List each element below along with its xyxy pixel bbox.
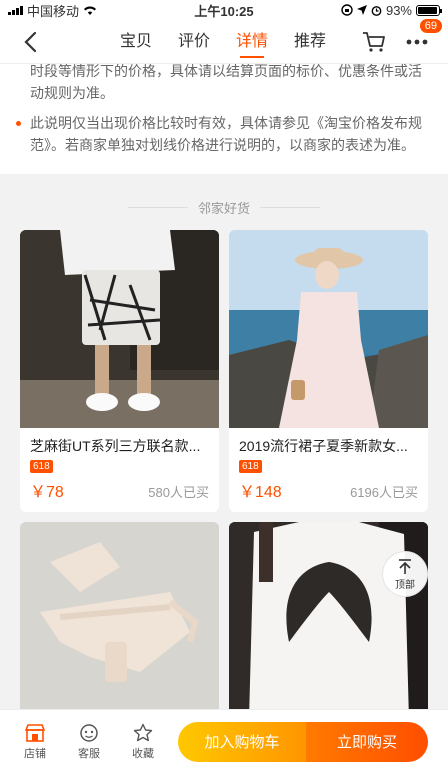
price-row: ￥78 580人已买 xyxy=(30,478,209,502)
tabs: 宝贝 评价 详情 推荐 xyxy=(84,20,362,64)
arrow-up-icon xyxy=(399,558,411,574)
back-button[interactable] xyxy=(0,20,60,64)
nav-bar: 宝贝 评价 详情 推荐 69 xyxy=(0,18,448,64)
product-card[interactable] xyxy=(229,522,428,709)
tab-baobei[interactable]: 宝贝 xyxy=(120,20,152,64)
battery-icon xyxy=(416,4,442,16)
product-card[interactable]: 2019流行裙子夏季新款女... 618 ￥148 6196人已买 xyxy=(229,230,428,512)
product-card[interactable]: 芝麻街UT系列三方联名款... 618 ￥78 580人已买 xyxy=(20,230,219,512)
cart-icon[interactable] xyxy=(362,31,386,53)
carrier-label: 中国移动 xyxy=(27,3,80,19)
service-label: 客服 xyxy=(78,747,100,760)
chevron-left-icon xyxy=(24,31,37,52)
location-icon xyxy=(356,5,367,15)
price-notes: 时段等情形下的价格，具体请以结算页面的标价、优惠条件或活动规则为准。 此说明仅当… xyxy=(0,64,448,174)
sold-count: 580人已买 xyxy=(148,485,209,500)
price-note-cut-text: 时段等情形下的价格，具体请以结算页面的标价、优惠条件或活动规则为准。 xyxy=(30,64,422,101)
lock-rotation-icon xyxy=(341,4,353,16)
favorite-label: 收藏 xyxy=(132,747,154,760)
nav-right: 69 xyxy=(362,18,448,55)
store-button[interactable]: 店铺 xyxy=(8,723,62,761)
bullet-dot xyxy=(16,121,21,126)
battery-percent: 93% xyxy=(385,2,412,18)
product-image-shapes xyxy=(20,230,219,428)
product-image xyxy=(20,230,219,428)
product-image xyxy=(229,522,428,709)
content-scroll[interactable]: 时段等情形下的价格，具体请以结算页面的标价、优惠条件或活动规则为准。 此说明仅当… xyxy=(0,64,448,709)
divider-line xyxy=(260,206,320,208)
price-note: 此说明仅当出现价格比较时有效，具体请参见《淘宝价格发布规范》。若商家单独对划线价… xyxy=(16,112,432,156)
product-image xyxy=(20,522,219,709)
buy-now-button[interactable]: 立即购买 xyxy=(306,721,428,762)
promo-tag: 618 xyxy=(30,460,53,473)
product-info: 芝麻街UT系列三方联名款... 618 ￥78 580人已买 xyxy=(20,428,219,512)
product-price: ￥148 xyxy=(239,484,282,501)
section-title: 邻家好货 xyxy=(0,184,448,230)
back-to-top-button[interactable]: 顶部 xyxy=(382,551,428,597)
product-title: 2019流行裙子夏季新款女... xyxy=(239,438,408,454)
product-image-shapes xyxy=(229,522,428,709)
product-price: ￥78 xyxy=(30,484,64,501)
product-title: 芝麻街UT系列三方联名款... xyxy=(30,438,201,454)
signal-icon xyxy=(8,5,23,15)
star-icon xyxy=(133,723,153,741)
status-bar: 中国移动 上午10:25 93% xyxy=(0,0,448,20)
more-button[interactable]: 69 xyxy=(404,18,442,55)
promo-tag: 618 xyxy=(239,460,262,473)
divider-line xyxy=(127,206,188,208)
tab-recommend[interactable]: 推荐 xyxy=(294,20,326,64)
tab-details[interactable]: 详情 xyxy=(236,20,268,64)
favorite-button[interactable]: 收藏 xyxy=(116,723,170,761)
price-note-text: 此说明仅当出现价格比较时有效，具体请参见《淘宝价格发布规范》。若商家单独对划线价… xyxy=(30,115,422,153)
back-to-top-label: 顶部 xyxy=(395,579,415,591)
price-row: ￥148 6196人已买 xyxy=(239,478,418,502)
product-card[interactable] xyxy=(20,522,219,709)
wifi-icon xyxy=(84,6,97,15)
message-count-badge: 69 xyxy=(419,18,442,33)
add-to-cart-button[interactable]: 加入购物车 xyxy=(178,721,306,762)
status-left: 中国移动 xyxy=(8,1,97,20)
alarm-icon xyxy=(371,5,382,16)
product-image-shapes xyxy=(229,230,428,428)
product-image xyxy=(229,230,428,428)
service-button[interactable]: 客服 xyxy=(62,723,116,761)
bottom-action-bar: 店铺 客服 收藏 加入购物车 立即购买 xyxy=(0,709,448,773)
product-grid: 芝麻街UT系列三方联名款... 618 ￥78 580人已买 2019流行裙子夏… xyxy=(0,230,448,709)
tab-reviews[interactable]: 评价 xyxy=(178,20,210,64)
store-icon xyxy=(24,723,46,742)
section-title-text: 邻家好货 xyxy=(197,200,250,216)
product-image-shapes xyxy=(20,522,219,709)
product-info: 2019流行裙子夏季新款女... 618 ￥148 6196人已买 xyxy=(229,428,428,512)
more-dots-icon xyxy=(406,39,428,44)
service-icon xyxy=(80,723,98,742)
price-note-cut: 时段等情形下的价格，具体请以结算页面的标价、优惠条件或活动规则为准。 xyxy=(16,64,432,104)
store-label: 店铺 xyxy=(24,747,46,760)
status-right: 93% xyxy=(341,2,442,18)
sold-count: 6196人已买 xyxy=(350,485,418,500)
